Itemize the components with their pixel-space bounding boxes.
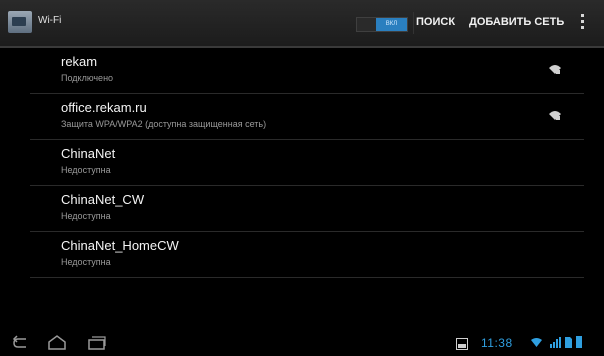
status-clock[interactable]: 11:38 (481, 336, 513, 350)
wifi-status-icon (531, 338, 542, 347)
network-status: Недоступна (61, 257, 111, 267)
network-item[interactable]: ChinaNet_HomeCW Недоступна (30, 232, 584, 278)
home-icon[interactable] (46, 334, 68, 352)
back-icon[interactable] (10, 334, 32, 352)
network-ssid: office.rekam.ru (61, 100, 147, 115)
overflow-menu-icon[interactable] (580, 14, 586, 32)
network-list: rekam Подключено office.rekam.ru Защита … (0, 48, 604, 278)
battery-icon (576, 336, 582, 348)
page-title: Wi-Fi (38, 15, 62, 26)
search-button[interactable]: ПОИСК (416, 16, 455, 28)
network-item[interactable]: ChinaNet_CW Недоступна (30, 186, 584, 232)
wifi-toggle[interactable]: ВКЛ (356, 17, 408, 32)
recent-apps-icon[interactable] (86, 334, 108, 352)
network-ssid: ChinaNet_HomeCW (61, 238, 179, 253)
settings-app-icon[interactable] (8, 11, 32, 33)
system-nav-bar: 11:38 (0, 330, 604, 356)
network-status: Подключено (61, 73, 114, 83)
add-network-button[interactable]: ДОБАВИТЬ СЕТЬ (469, 16, 564, 28)
wifi-toggle-on-label: ВКЛ (376, 18, 407, 31)
network-ssid: ChinaNet_CW (61, 192, 145, 207)
sd-card-icon (565, 337, 572, 348)
action-bar: Wi-Fi ВКЛ ПОИСК ДОБАВИТЬ СЕТЬ (0, 0, 604, 48)
network-status: Защита WPA/WPA2 (доступна защищенная сет… (61, 119, 267, 129)
wifi-settings-screen: Wi-Fi ВКЛ ПОИСК ДОБАВИТЬ СЕТЬ rekam Подк… (0, 0, 604, 356)
network-item[interactable]: ChinaNet Недоступна (30, 140, 584, 186)
network-status: Недоступна (61, 211, 111, 221)
wifi-signal-icon (549, 111, 561, 120)
network-item[interactable]: rekam Подключено (30, 48, 584, 94)
signal-strength-icon (550, 337, 561, 348)
network-ssid: ChinaNet (61, 146, 116, 161)
wifi-signal-icon (549, 65, 561, 74)
network-item[interactable]: office.rekam.ru Защита WPA/WPA2 (доступн… (30, 94, 584, 140)
action-divider (413, 12, 414, 34)
network-status: Недоступна (61, 165, 111, 175)
network-ssid: rekam (61, 54, 98, 69)
gallery-notification-icon[interactable] (456, 338, 468, 350)
